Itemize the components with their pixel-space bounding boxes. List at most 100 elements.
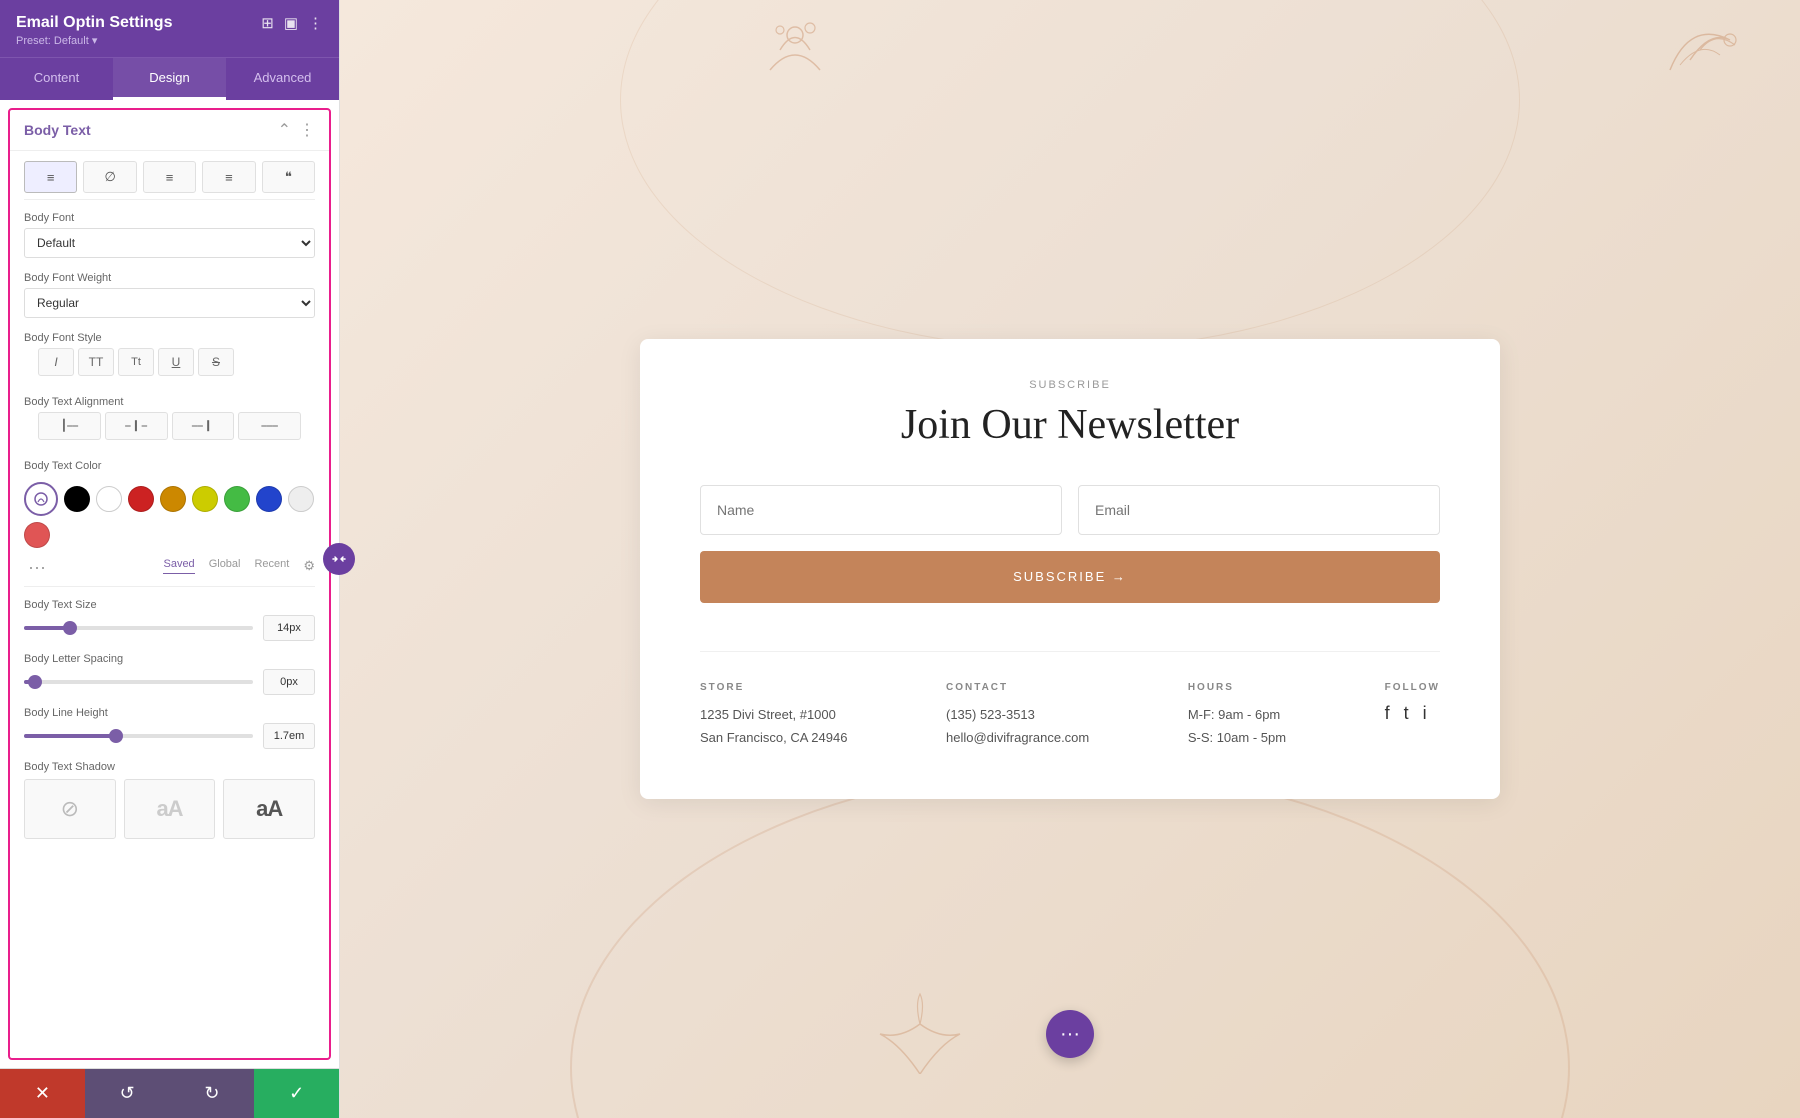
body-font-weight-select[interactable]: Regular Bold Light — [24, 288, 315, 318]
section-menu-icon[interactable]: ⋮ — [299, 120, 315, 140]
subscribe-label: SUBSCRIBE — [700, 379, 1440, 391]
footer-hours-heading: HOURS — [1188, 682, 1286, 693]
footer-contact-phone: (135) 523-3513 — [946, 707, 1035, 722]
uppercase-btn[interactable]: TT — [78, 348, 114, 376]
body-text-size-track[interactable] — [24, 626, 253, 630]
body-text-shadow-label: Body Text Shadow — [24, 761, 315, 773]
newsletter-card: SUBSCRIBE Join Our Newsletter SUBSCRIBE … — [640, 339, 1500, 800]
footer-hours-weekday: M-F: 9am - 6pm — [1188, 707, 1280, 722]
drag-handle[interactable] — [323, 543, 355, 575]
swatch-accent[interactable] — [24, 522, 50, 548]
ordered-list-btn[interactable]: ≡ — [202, 161, 255, 193]
color-tabs: Saved Global Recent ⚙ — [163, 554, 315, 580]
body-text-color-label: Body Text Color — [24, 460, 315, 472]
color-tab-global[interactable]: Global — [209, 558, 241, 574]
swatch-red[interactable] — [128, 486, 154, 512]
align-left-btn[interactable]: ┃⎯⎯ — [38, 412, 101, 440]
body-font-label: Body Font — [24, 212, 315, 224]
settings-icon[interactable]: ⊞ — [261, 14, 274, 32]
cancel-button[interactable]: ✕ — [0, 1069, 85, 1118]
body-font-select[interactable]: Default Open Sans Roboto — [24, 228, 315, 258]
body-line-height-input[interactable]: 1.7em — [263, 723, 315, 749]
body-text-btn[interactable]: ≡ — [24, 161, 77, 193]
section-title: Body Text — [24, 122, 91, 138]
swatch-blue[interactable] — [256, 486, 282, 512]
shadow-dark-btn[interactable]: aA — [223, 779, 315, 839]
italic-btn[interactable]: I — [38, 348, 74, 376]
email-input[interactable] — [1078, 485, 1440, 535]
footer-store: STORE 1235 Divi Street, #1000 San Franci… — [700, 682, 847, 750]
body-letter-spacing-input[interactable]: 0px — [263, 669, 315, 695]
footer-hours: HOURS M-F: 9am - 6pm S-S: 10am - 5pm — [1188, 682, 1286, 750]
underline-btn[interactable]: U — [158, 348, 194, 376]
layout-icon[interactable]: ▣ — [284, 14, 298, 32]
body-line-height-fill — [24, 734, 116, 738]
name-input[interactable] — [700, 485, 1062, 535]
fab-button[interactable]: ··· — [1046, 1010, 1094, 1058]
body-line-height-track[interactable] — [24, 734, 253, 738]
color-settings-icon[interactable]: ⚙ — [303, 558, 315, 574]
newsletter-form — [700, 485, 1440, 535]
shadow-light-btn[interactable]: aA — [124, 779, 216, 839]
body-line-height-thumb[interactable] — [109, 729, 123, 743]
no-style-btn[interactable]: ∅ — [83, 161, 136, 193]
color-tab-saved[interactable]: Saved — [163, 558, 194, 574]
floral-top-left — [750, 10, 840, 114]
footer-contact: CONTACT (135) 523-3513 hello@divifragran… — [946, 682, 1089, 750]
body-letter-spacing-thumb[interactable] — [28, 675, 42, 689]
section-header: Body Text ⌃ ⋮ — [10, 110, 329, 151]
align-center-btn[interactable]: ⎯┃⎯ — [105, 412, 168, 440]
sidebar-preset[interactable]: Preset: Default ▾ — [16, 34, 323, 47]
capitalize-btn[interactable]: Tt — [118, 348, 154, 376]
undo-button[interactable]: ↺ — [85, 1069, 170, 1118]
facebook-icon[interactable]: f — [1385, 703, 1390, 724]
body-text-size-thumb[interactable] — [63, 621, 77, 635]
footer-contact-email: hello@divifragrance.com — [946, 730, 1089, 745]
subscribe-button[interactable]: SUBSCRIBE → — [700, 551, 1440, 603]
footer-follow-heading: FOLLOW — [1385, 682, 1440, 693]
body-letter-spacing-track[interactable] — [24, 680, 253, 684]
color-tab-recent[interactable]: Recent — [254, 558, 289, 574]
shadow-none-icon: ⊘ — [61, 796, 79, 822]
twitter-icon[interactable]: t — [1404, 703, 1409, 724]
shadow-light-text: aA — [156, 796, 182, 822]
swatch-light[interactable] — [288, 486, 314, 512]
body-letter-spacing-slider-row: 0px — [24, 669, 315, 695]
sidebar-bottom-bar: ✕ ↺ ↻ ✓ — [0, 1068, 339, 1118]
unordered-list-btn[interactable]: ≡ — [143, 161, 196, 193]
shadow-none-btn[interactable]: ⊘ — [24, 779, 116, 839]
sidebar-header-icons: ⊞ ▣ ⋮ — [261, 14, 323, 32]
body-text-alignment-label: Body Text Alignment — [24, 396, 315, 408]
body-font-style-label: Body Font Style — [24, 332, 315, 344]
footer-store-line1: 1235 Divi Street, #1000 — [700, 707, 836, 722]
redo-button[interactable]: ↻ — [170, 1069, 255, 1118]
swatch-green[interactable] — [224, 486, 250, 512]
instagram-icon[interactable]: i — [1423, 703, 1427, 724]
sidebar-header: Email Optin Settings ⊞ ▣ ⋮ Preset: Defau… — [0, 0, 339, 57]
strikethrough-btn[interactable]: S — [198, 348, 234, 376]
swatch-black[interactable] — [64, 486, 90, 512]
align-right-btn[interactable]: ⎯⎯┃ — [172, 412, 235, 440]
floral-bottom-left — [870, 984, 970, 1088]
body-text-size-label: Body Text Size — [24, 599, 315, 611]
swatch-orange[interactable] — [160, 486, 186, 512]
tab-content[interactable]: Content — [0, 58, 113, 100]
swatch-white[interactable] — [96, 486, 122, 512]
collapse-icon[interactable]: ⌃ — [278, 120, 291, 140]
footer-follow: FOLLOW f t i — [1385, 682, 1440, 750]
align-justify-btn[interactable]: ⎯⎯⎯ — [238, 412, 301, 440]
color-picker-btn[interactable] — [24, 482, 58, 516]
body-text-size-input[interactable]: 14px — [263, 615, 315, 641]
body-font-weight-label: Body Font Weight — [24, 272, 315, 284]
swatch-yellow[interactable] — [192, 486, 218, 512]
sidebar: Email Optin Settings ⊞ ▣ ⋮ Preset: Defau… — [0, 0, 340, 1118]
body-font-weight-group: Body Font Weight Regular Bold Light — [10, 264, 329, 324]
blockquote-btn[interactable]: ❝ — [262, 161, 315, 193]
tab-advanced[interactable]: Advanced — [226, 58, 339, 100]
tab-design[interactable]: Design — [113, 58, 226, 100]
more-icon[interactable]: ⋮ — [308, 14, 323, 32]
divider — [24, 199, 315, 200]
save-button[interactable]: ✓ — [254, 1069, 339, 1118]
more-colors-btn[interactable]: ··· — [24, 555, 50, 580]
body-font-style-group: Body Font Style I TT Tt U S — [10, 324, 329, 388]
